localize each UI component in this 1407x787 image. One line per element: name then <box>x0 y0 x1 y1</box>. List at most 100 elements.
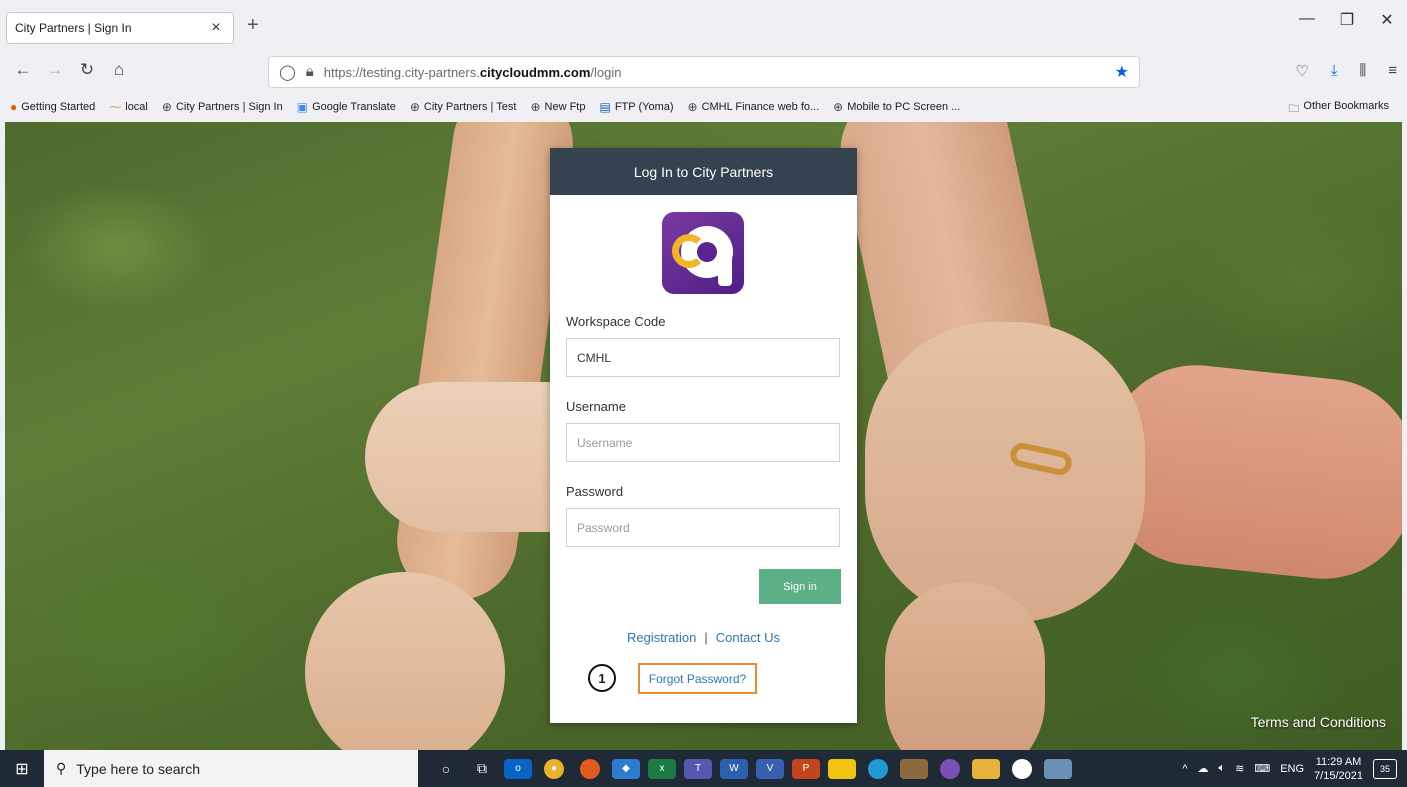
bookmark-new-ftp[interactable]: ⊕ New Ftp <box>530 100 585 114</box>
globe-icon: ⊕ <box>687 100 698 114</box>
toolbar-right: ♡ ⤓ ⫼ ≡ <box>1295 62 1397 80</box>
shield-icon[interactable]: ◯ <box>279 63 296 81</box>
forward-icon[interactable]: → <box>40 60 70 80</box>
url-path: /login <box>590 64 622 80</box>
auth-links: Registration | Contact Us <box>550 630 857 645</box>
background-hand <box>885 582 1045 750</box>
volume-icon[interactable]: 🔈︎ <box>1219 762 1226 775</box>
bookmark-ftp-yoma[interactable]: ▤ FTP (Yoma) <box>599 100 673 114</box>
url-security-icons: ◯ 🔒︎ <box>279 63 314 81</box>
menu-icon[interactable]: ≡ <box>1388 62 1397 80</box>
globe-icon: ⊕ <box>530 100 541 114</box>
registration-link[interactable]: Registration <box>627 630 696 645</box>
new-tab-button[interactable]: + <box>247 14 259 37</box>
app-icon[interactable] <box>1044 758 1072 779</box>
username-label: Username <box>566 399 626 414</box>
onedrive-icon[interactable]: ☁ <box>1198 762 1209 775</box>
folder-icon: 🗀︎ <box>1288 103 1300 115</box>
lock-icon[interactable]: 🔒︎ <box>306 63 314 81</box>
globe-icon: ⊕ <box>833 100 844 114</box>
bookmarks-bar: ● Getting Started ⁓ local ⊕ City Partners |… <box>0 94 1407 120</box>
minimize-icon[interactable]: — <box>1287 10 1327 30</box>
bookmark-mobile-to-pc[interactable]: ⊕ Mobile to PC Screen ... <box>833 100 960 114</box>
viber-icon[interactable] <box>940 758 960 779</box>
logo-c-shape <box>672 234 706 268</box>
tab-title: City Partners | Sign In <box>15 21 132 35</box>
taskbar-apps: ○ ⧉ o ● ◆ x T W V P <box>428 758 1076 779</box>
workspace-code-input[interactable] <box>566 338 840 377</box>
url-text[interactable]: https://testing.city-partners.citycloudm… <box>324 65 1115 80</box>
bookmark-city-partners-test[interactable]: ⊕ City Partners | Test <box>410 100 517 114</box>
window-controls: — ❐ ✕ <box>1287 10 1407 30</box>
firefox-icon: ● <box>10 100 18 114</box>
edge-icon[interactable] <box>868 758 888 779</box>
logo-p-stem <box>718 256 732 286</box>
sign-in-button[interactable]: Sign in <box>759 569 841 604</box>
taskbar-search-placeholder: Type here to search <box>76 760 201 777</box>
excel-icon[interactable]: x <box>648 758 676 779</box>
globe-icon: ⊕ <box>161 100 172 114</box>
sticky-notes-icon[interactable] <box>828 758 856 779</box>
cortana-icon[interactable]: ○ <box>432 759 460 779</box>
notification-center-icon[interactable]: 35 <box>1373 758 1397 779</box>
city-partners-logo <box>662 212 744 294</box>
chrome-icon[interactable]: ● <box>544 758 564 779</box>
home-icon[interactable]: ⌂ <box>104 60 134 80</box>
taskbar-search[interactable]: ⚲ Type here to search <box>44 750 418 787</box>
globe-icon: ⊕ <box>409 100 420 114</box>
app-icon[interactable] <box>900 758 928 779</box>
url-bar[interactable]: ◯ 🔒︎ https://testing.city-partners.cityc… <box>268 56 1140 88</box>
password-input[interactable] <box>566 508 840 547</box>
search-icon: ⚲ <box>56 760 67 776</box>
close-window-icon[interactable]: ✕ <box>1367 10 1407 30</box>
link-separator: | <box>704 630 708 645</box>
clock[interactable]: 11:29 AM 7/15/2021 <box>1314 755 1363 783</box>
slack-icon[interactable] <box>1012 758 1032 779</box>
url-prefix: https://testing.city-partners. <box>323 64 480 80</box>
login-header: Log In to City Partners <box>550 148 857 195</box>
windows-taskbar: ⊞ ⚲ Type here to search ○ ⧉ o ● ◆ x T W … <box>0 750 1407 787</box>
library-icon[interactable]: ⫼ <box>1359 62 1366 80</box>
keyboard-icon[interactable]: ⌨ <box>1254 762 1270 775</box>
contact-us-link[interactable]: Contact Us <box>716 630 780 645</box>
username-input[interactable] <box>566 423 840 462</box>
firefox-icon[interactable] <box>580 758 600 779</box>
bookmark-star-icon[interactable]: ★ <box>1115 62 1129 82</box>
file-explorer-icon[interactable] <box>972 758 1000 779</box>
bookmark-cmhl-finance[interactable]: ⊕ CMHL Finance web fo... <box>688 100 820 114</box>
pocket-icon[interactable]: ♡ <box>1295 62 1308 80</box>
visio-icon[interactable]: V <box>756 758 784 779</box>
navigation-bar: ← → ↻ ⌂ ◯ 🔒︎ https://testing.city-partne… <box>0 52 1407 90</box>
workspace-code-label: Workspace Code <box>566 314 666 329</box>
bookmark-google-translate[interactable]: ▣ Google Translate <box>297 100 396 114</box>
word-icon[interactable]: W <box>720 758 748 779</box>
other-bookmarks[interactable]: 🗀︎ Other Bookmarks <box>1288 100 1389 119</box>
back-icon[interactable]: ← <box>8 60 38 80</box>
chevron-up-icon[interactable]: ^ <box>1182 763 1187 775</box>
tab-strip: City Partners | Sign In × + — ❐ ✕ <box>0 0 1407 47</box>
bookmark-getting-started[interactable]: ● Getting Started <box>10 100 95 114</box>
windows-start-icon[interactable]: ⊞ <box>0 759 44 779</box>
google-translate-icon: ▣ <box>296 100 309 114</box>
page-content: Log In to City Partners Workspace Code U… <box>5 122 1402 750</box>
download-icon[interactable]: ⤓ <box>1331 62 1338 80</box>
task-view-icon[interactable]: ⧉ <box>468 759 496 779</box>
background-hand <box>865 322 1145 622</box>
restore-icon[interactable]: ❐ <box>1327 10 1367 30</box>
forgot-password-link[interactable]: Forgot Password? <box>638 663 757 694</box>
bookmark-local[interactable]: ⁓ local <box>109 100 148 114</box>
wifi-icon[interactable]: ≋ <box>1235 762 1244 775</box>
app-icon[interactable]: ◆ <box>612 758 640 779</box>
teams-icon[interactable]: T <box>684 758 712 779</box>
outlook-icon[interactable]: o <box>504 758 532 779</box>
login-form: Workspace Code Username Password <box>566 314 841 569</box>
bookmark-city-partners-sign-in[interactable]: ⊕ City Partners | Sign In <box>162 100 283 114</box>
reload-icon[interactable]: ↻ <box>72 60 102 80</box>
tab-city-partners[interactable]: City Partners | Sign In × <box>6 12 234 44</box>
powerpoint-icon[interactable]: P <box>792 758 820 779</box>
close-tab-icon[interactable]: × <box>207 19 225 37</box>
language-indicator[interactable]: ENG <box>1280 763 1304 775</box>
step-marker: 1 <box>588 664 616 692</box>
local-icon: ⁓ <box>109 100 122 114</box>
terms-and-conditions-link[interactable]: Terms and Conditions <box>1251 714 1386 730</box>
